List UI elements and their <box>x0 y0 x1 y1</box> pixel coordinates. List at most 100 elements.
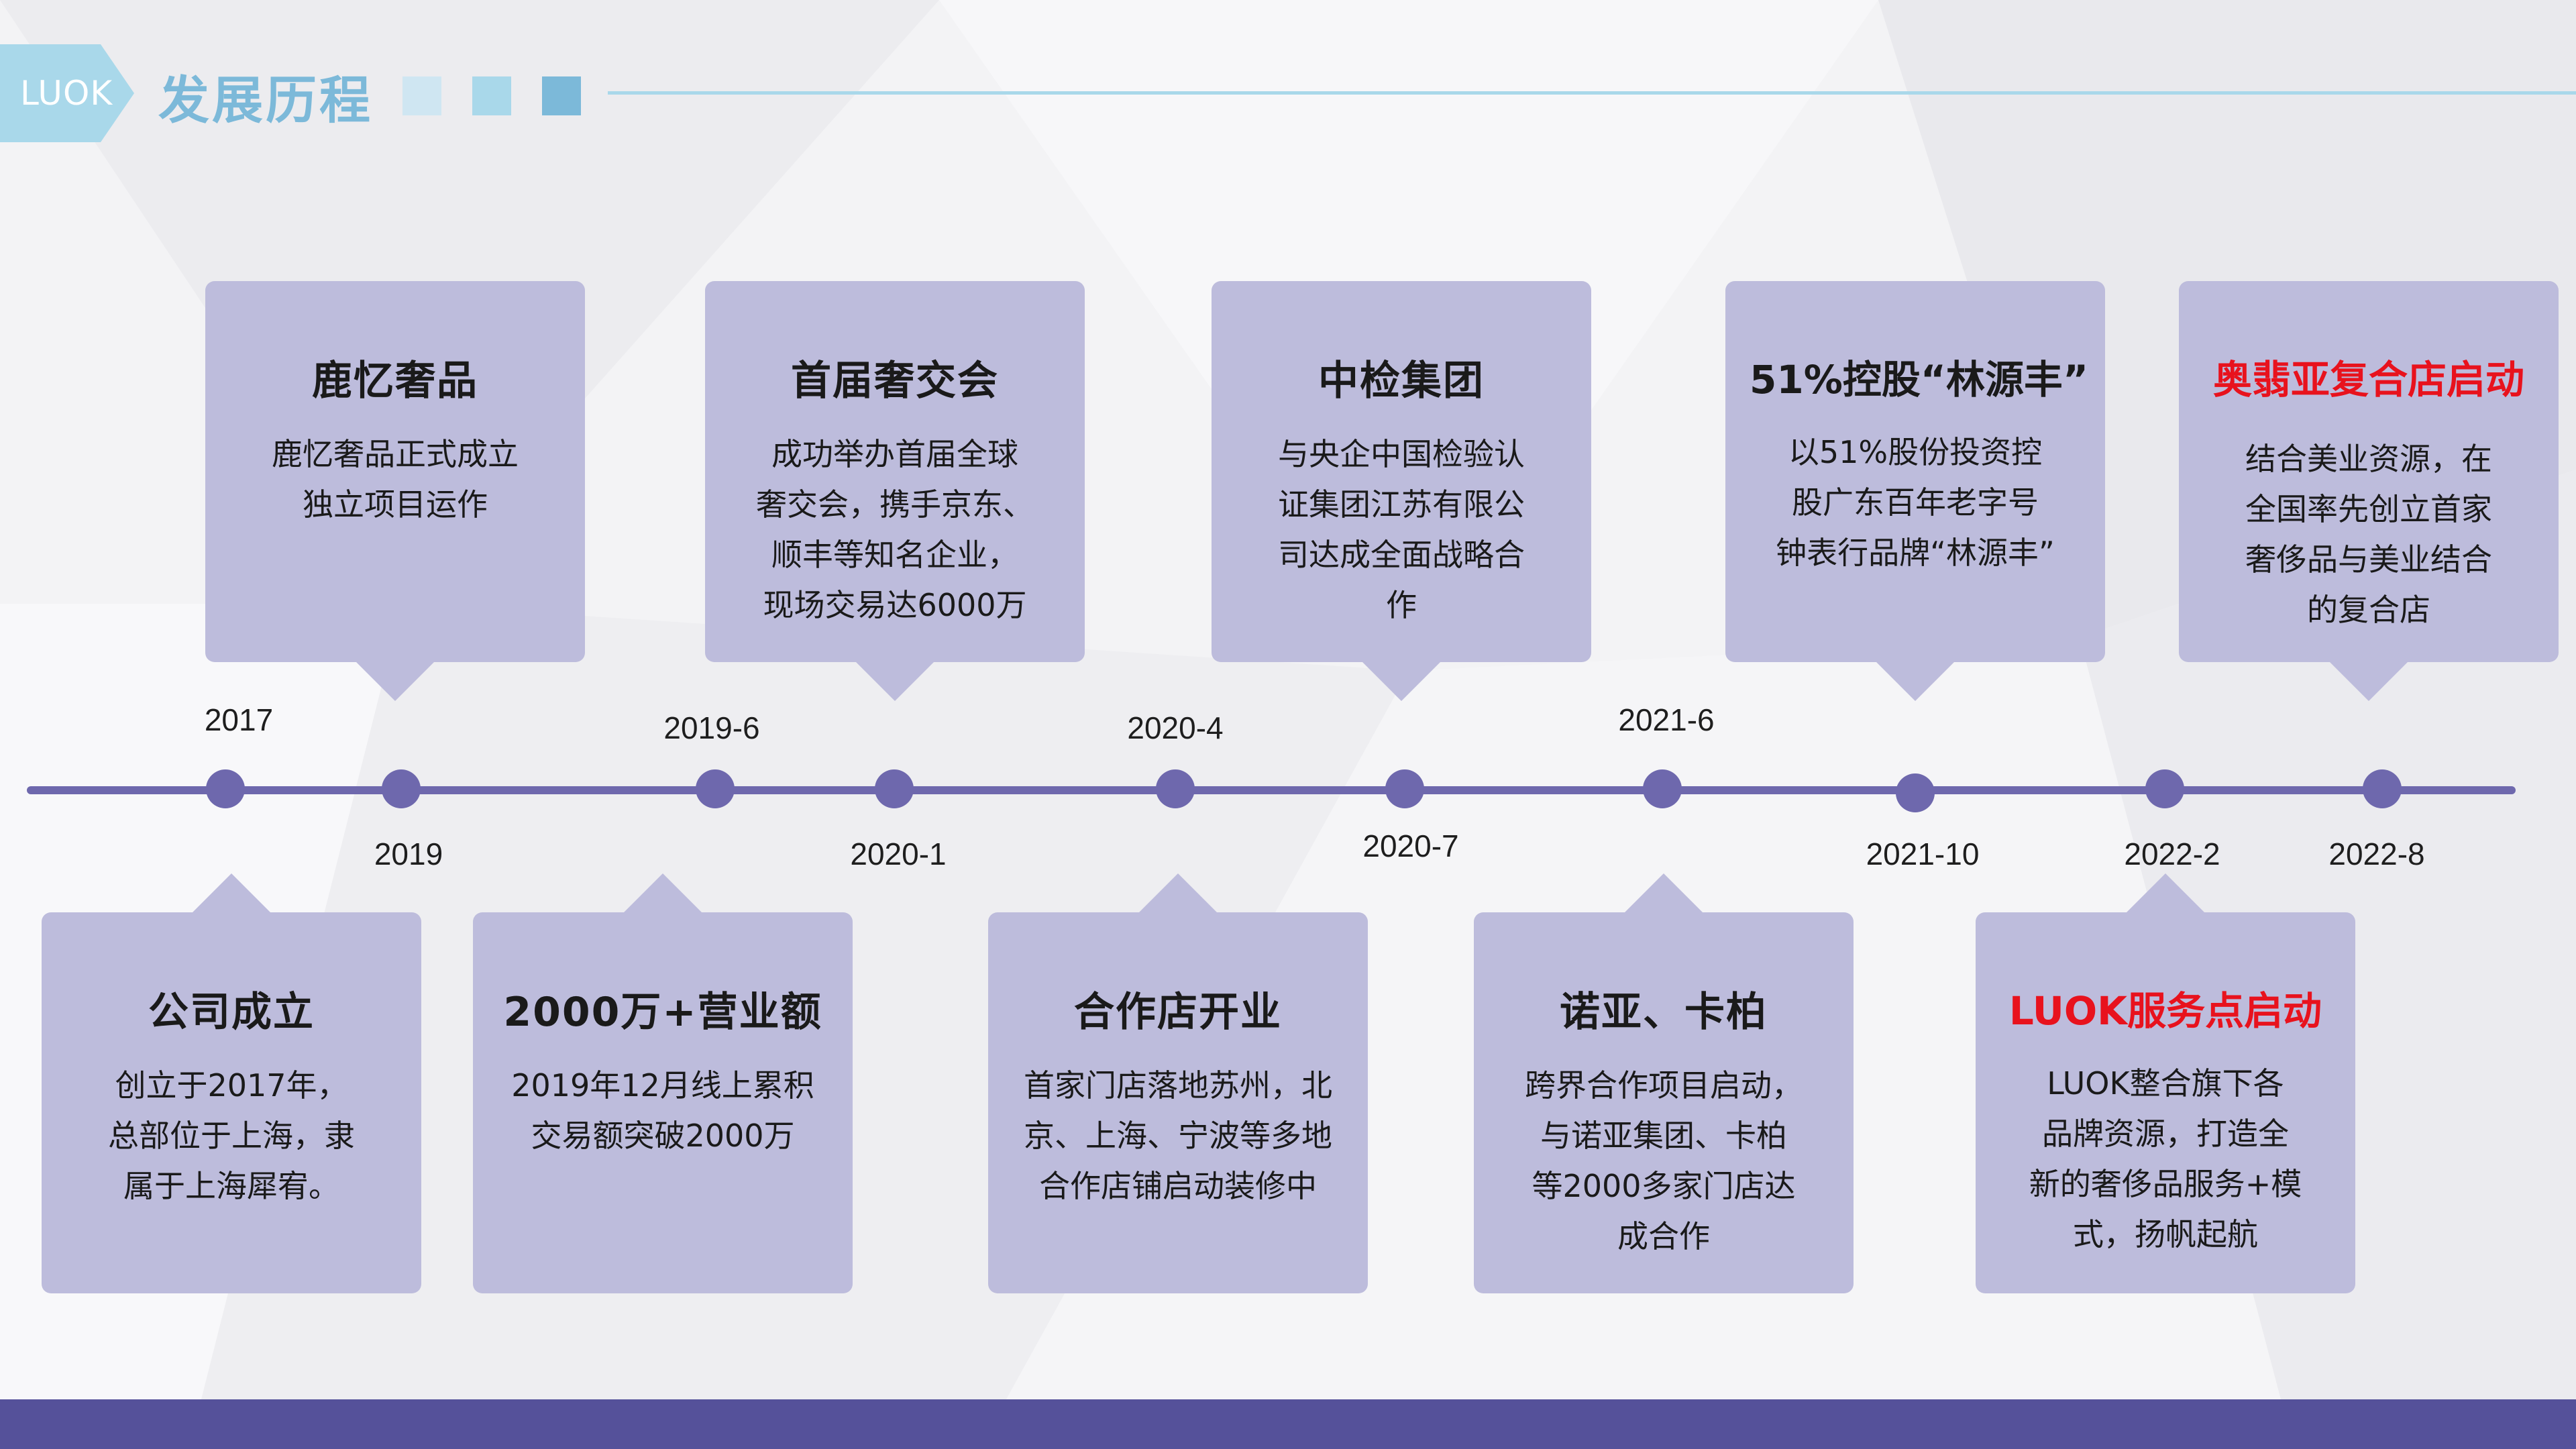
header: LUOK 发展历程 <box>0 44 2576 142</box>
card-line: 合作店铺启动装修中 <box>1039 1168 1317 1204</box>
card-body: 鹿忆奢品正式成立 独立项目运作 <box>229 429 561 530</box>
card-pointer <box>1362 662 1440 701</box>
year-label-2020-7: 2020-7 <box>1362 828 1459 863</box>
timeline-dot-2021-6 <box>1643 769 1682 808</box>
card-line: 鹿忆奢品正式成立 <box>272 436 519 472</box>
card-line: 等2000多家门店达 <box>1532 1168 1796 1204</box>
card-pointer <box>1139 873 1217 912</box>
year-label-2021-6: 2021-6 <box>1618 702 1715 737</box>
card-pointer <box>1625 873 1703 912</box>
timeline-dot-2019 <box>382 769 421 808</box>
card-line: 与央企中国检验认 <box>1278 436 1525 472</box>
year-label-2020-4: 2020-4 <box>1127 710 1224 745</box>
card-body: 首家门店落地苏州，北 京、上海、宁波等多地 合作店铺启动装修中 <box>1012 1061 1344 1212</box>
card-pointer <box>193 873 270 912</box>
card-line: 全国率先创立首家 <box>2245 491 2492 527</box>
card-body: 创立于2017年， 总部位于上海，隶 属于上海犀宥。 <box>66 1061 397 1212</box>
timeline-dot-2020-4 <box>1156 769 1195 808</box>
card-line: 交易额突破2000万 <box>531 1118 795 1154</box>
year-label-2022-2: 2022-2 <box>2124 837 2220 871</box>
card-pointer <box>856 662 934 701</box>
card-line: 成功举办首届全球 <box>771 436 1018 472</box>
header-square-3 <box>542 76 581 115</box>
event-card-luok-service: LUOK服务点启动 LUOK整合旗下各 品牌资源，打造全 新的奢侈品服务+模 式… <box>1976 873 2355 1293</box>
header-square-2 <box>472 76 511 115</box>
card-body: LUOK整合旗下各 品牌资源，打造全 新的奢侈品服务+模 式，扬帆起航 <box>2000 1059 2331 1260</box>
year-label-2019-6: 2019-6 <box>663 710 760 745</box>
card-body: 跨界合作项目启动， 与诺亚集团、卡柏 等2000多家门店达 成合作 <box>1498 1061 1829 1262</box>
header-divider <box>608 91 2576 95</box>
card-body: 以51%股份投资控 股广东百年老字号 钟表行品牌“林源丰” <box>1750 427 2081 578</box>
timeline-dot-2022-2 <box>2145 769 2184 808</box>
card-pointer <box>624 873 702 912</box>
card-line: 式，扬帆起航 <box>2073 1216 2258 1252</box>
card-line: 作 <box>1386 587 1417 623</box>
card-line: 司达成全面战略合 <box>1278 537 1525 573</box>
year-label-2020-1: 2020-1 <box>850 837 947 871</box>
card-line: 股广东百年老字号 <box>1792 484 2039 521</box>
card-title: 鹿忆奢品 <box>312 358 478 405</box>
card-line: 奢交会，携手京东、 <box>756 486 1034 523</box>
card-line: 新的奢侈品服务+模 <box>2029 1166 2302 1202</box>
timeline-dot-2020-1 <box>875 769 914 808</box>
card-line: 与诺亚集团、卡柏 <box>1540 1118 1787 1154</box>
event-card-noah-kabo: 诺亚、卡柏 跨界合作项目启动， 与诺亚集团、卡柏 等2000多家门店达 成合作 <box>1474 873 1854 1293</box>
timeline-dot-2022-8 <box>2363 769 2402 808</box>
timeline-dot-2020-7 <box>1385 769 1424 808</box>
card-line: 品牌资源，打造全 <box>2042 1116 2289 1152</box>
header-square-1 <box>402 76 441 115</box>
event-card-founded: 公司成立 创立于2017年， 总部位于上海，隶 属于上海犀宥。 <box>42 873 421 1293</box>
footer-bar <box>0 1399 2576 1449</box>
card-body: 结合美业资源，在 全国率先创立首家 奢侈品与美业结合 的复合店 <box>2203 434 2534 635</box>
year-label-2021-10: 2021-10 <box>1866 837 1980 871</box>
card-body: 与央企中国检验认 证集团江苏有限公 司达成全面战略合 作 <box>1236 429 1567 631</box>
card-title: 公司成立 <box>148 989 315 1036</box>
card-body: 成功举办首届全球 奢交会，携手京东、 顺丰等知名企业， 现场交易达6000万 <box>729 429 1061 631</box>
event-card-aofeiya: 奥翡亚复合店启动 结合美业资源，在 全国率先创立首家 奢侈品与美业结合 的复合店 <box>2179 281 2559 701</box>
card-line: 首家门店落地苏州，北 <box>1024 1067 1332 1104</box>
card-line: 属于上海犀宥。 <box>123 1168 339 1204</box>
card-line: 的复合店 <box>2307 592 2430 628</box>
card-line: 独立项目运作 <box>303 486 488 523</box>
card-line: 钟表行品牌“林源丰” <box>1776 535 2055 571</box>
event-card-expo: 首届奢交会 成功举办首届全球 奢交会，携手京东、 顺丰等知名企业， 现场交易达6… <box>705 281 1085 701</box>
card-title: 合作店开业 <box>1074 989 1282 1036</box>
card-line: 2019年12月线上累积 <box>511 1067 814 1104</box>
timeline-dot-2019-6 <box>696 769 735 808</box>
card-line: 创立于2017年， <box>115 1067 348 1104</box>
card-line: 结合美业资源，在 <box>2245 441 2492 477</box>
card-title: 奥翡亚复合店启动 <box>2212 357 2524 402</box>
card-line: 京、上海、宁波等多地 <box>1024 1118 1332 1154</box>
card-line: 总部位于上海，隶 <box>108 1118 355 1154</box>
event-card-revenue: 2000万+营业额 2019年12月线上累积 交易额突破2000万 <box>473 873 853 1293</box>
event-card-linyuanfeng: 51%控股“林源丰” 以51%股份投资控 股广东百年老字号 钟表行品牌“林源丰” <box>1725 281 2105 701</box>
card-title: 51%控股“林源丰” <box>1750 357 2089 402</box>
card-pointer <box>356 662 434 701</box>
logo-tab: LUOK <box>0 44 134 142</box>
card-line: 成合作 <box>1617 1218 1710 1254</box>
timeline-dot-2021-10 <box>1896 773 1935 812</box>
card-line: 证集团江苏有限公 <box>1278 486 1525 523</box>
year-label-2022-8: 2022-8 <box>2328 837 2425 871</box>
event-card-partner-store: 合作店开业 首家门店落地苏州，北 京、上海、宁波等多地 合作店铺启动装修中 <box>988 873 1368 1293</box>
card-pointer <box>1876 662 1954 701</box>
card-line: 顺丰等知名企业， <box>771 537 1018 573</box>
year-label-2019: 2019 <box>374 837 443 871</box>
card-title: 中检集团 <box>1318 358 1485 405</box>
card-pointer <box>2330 662 2408 701</box>
card-pointer <box>2127 873 2204 912</box>
card-title: LUOK服务点启动 <box>2008 988 2322 1034</box>
timeline-dot-2017 <box>206 769 245 808</box>
card-title: 2000万+营业额 <box>503 989 822 1036</box>
card-line: 现场交易达6000万 <box>763 587 1027 623</box>
event-card-luyi: 鹿忆奢品 鹿忆奢品正式成立 独立项目运作 <box>205 281 585 701</box>
year-label-2017: 2017 <box>204 702 274 737</box>
card-line: 跨界合作项目启动， <box>1525 1067 1803 1104</box>
card-line: 以51%股份投资控 <box>1788 434 2043 470</box>
card-line: 奢侈品与美业结合 <box>2245 541 2492 578</box>
card-title: 首届奢交会 <box>791 358 999 405</box>
event-card-ccic: 中检集团 与央企中国检验认 证集团江苏有限公 司达成全面战略合 作 <box>1212 281 1591 701</box>
card-body: 2019年12月线上累积 交易额突破2000万 <box>497 1061 828 1161</box>
page-title: 发展历程 <box>158 70 373 130</box>
card-line: LUOK整合旗下各 <box>2047 1065 2284 1102</box>
